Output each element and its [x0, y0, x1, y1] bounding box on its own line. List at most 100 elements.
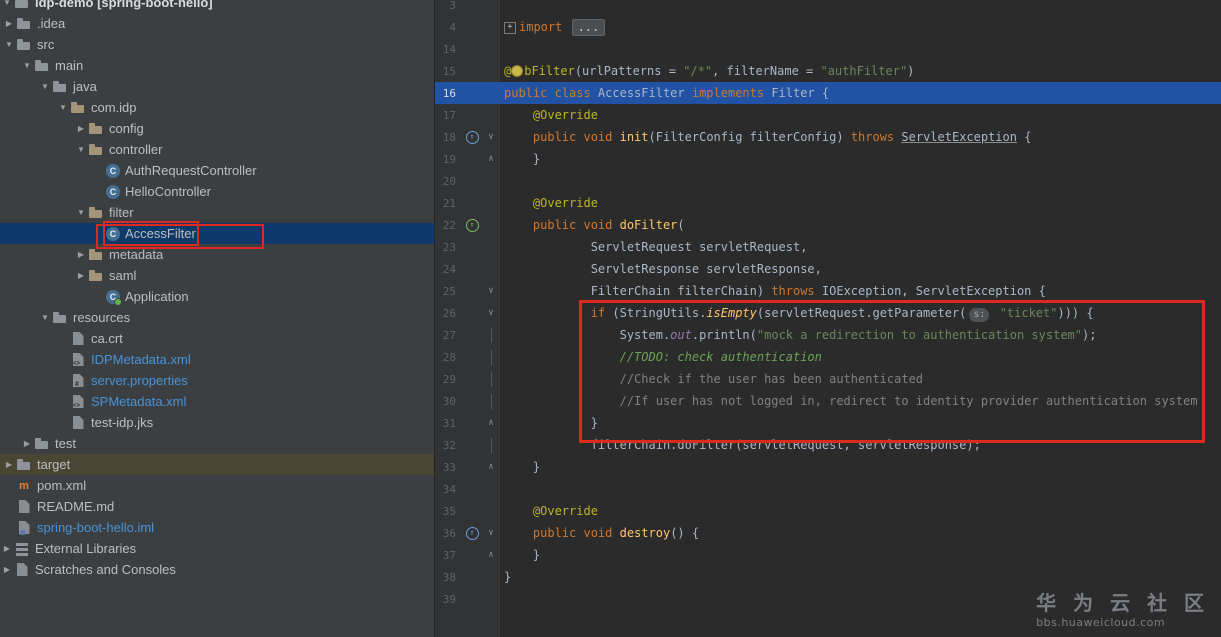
expand-right-arrow-icon[interactable]: ▶	[74, 271, 88, 280]
tree-item-metadata[interactable]: ▶ metadata	[0, 244, 434, 265]
line-number[interactable]: 29	[435, 373, 461, 386]
line-number[interactable]: 22	[435, 219, 461, 232]
line-number[interactable]: 37	[435, 549, 461, 562]
code-text[interactable]: public void destroy() {	[499, 522, 1221, 544]
code-text[interactable]: }	[499, 544, 1221, 566]
editor-line-34[interactable]: 34	[435, 478, 1221, 500]
override-method-icon[interactable]	[465, 526, 479, 540]
tree-item-resources[interactable]: ▼ resources	[0, 307, 434, 328]
editor-line-28[interactable]: 28 //TODO: check authentication	[435, 346, 1221, 368]
line-number[interactable]: 19	[435, 153, 461, 166]
fold-bar-icon[interactable]	[490, 349, 492, 365]
expand-down-arrow-icon[interactable]: ▼	[74, 208, 88, 217]
code-text[interactable]: FilterChain filterChain) throws IOExcept…	[499, 280, 1221, 302]
code-text[interactable]: System.out.println("mock a redirection t…	[499, 324, 1221, 346]
code-text[interactable]: //TODO: check authentication	[499, 346, 1221, 368]
line-number[interactable]: 28	[435, 351, 461, 364]
code-text[interactable]: filterChain.doFilter(servletRequest, ser…	[499, 434, 1221, 456]
fold-bar-icon[interactable]	[490, 437, 492, 453]
tree-item-authrequestcontroller[interactable]: AuthRequestController	[0, 160, 434, 181]
line-number[interactable]: 20	[435, 175, 461, 188]
editor-line-14[interactable]: 14	[435, 38, 1221, 60]
expand-right-arrow-icon[interactable]: ▶	[74, 124, 88, 133]
line-number[interactable]: 34	[435, 483, 461, 496]
tree-item-test[interactable]: ▶ test	[0, 433, 434, 454]
line-number[interactable]: 35	[435, 505, 461, 518]
expand-right-arrow-icon[interactable]: ▶	[2, 19, 16, 28]
tree-item-server-properties[interactable]: server.properties	[0, 370, 434, 391]
tree-item-accessfilter[interactable]: AccessFilter	[0, 221, 434, 246]
fold-up-icon[interactable]	[488, 155, 493, 164]
editor-line-36[interactable]: 36 public void destroy() {	[435, 522, 1221, 544]
expand-down-arrow-icon[interactable]: ▼	[56, 103, 70, 112]
line-number[interactable]: 17	[435, 109, 461, 122]
editor-line-30[interactable]: 30 //If user has not logged in, redirect…	[435, 390, 1221, 412]
tree-item-target[interactable]: ▶ target	[0, 454, 434, 475]
expand-right-arrow-icon[interactable]: ▶	[2, 460, 16, 469]
fold-expand-icon[interactable]	[504, 21, 516, 34]
expand-right-arrow-icon[interactable]: ▶	[74, 250, 88, 259]
fold-bar-icon[interactable]	[490, 393, 492, 409]
line-number[interactable]: 3	[435, 0, 461, 12]
editor-line-19[interactable]: 19 }	[435, 148, 1221, 170]
tree-item-config[interactable]: ▶ config	[0, 118, 434, 139]
code-text[interactable]: if (StringUtils.isEmpty(servletRequest.g…	[499, 302, 1221, 324]
code-text[interactable]: }	[499, 412, 1221, 434]
editor-line-23[interactable]: 23 ServletRequest servletRequest,	[435, 236, 1221, 258]
tree-item-idp-demo-spring-boot-hello[interactable]: ▼ idp-demo [spring-boot-hello]	[0, 0, 434, 13]
editor-line-32[interactable]: 32 filterChain.doFilter(servletRequest, …	[435, 434, 1221, 456]
tree-item-external-libraries[interactable]: ▶ External Libraries	[0, 538, 434, 559]
expand-down-arrow-icon[interactable]: ▼	[38, 313, 52, 322]
editor-line-38[interactable]: 38}	[435, 566, 1221, 588]
fold-up-icon[interactable]	[488, 551, 493, 560]
fold-bar-icon[interactable]	[490, 371, 492, 387]
code-text[interactable]	[499, 0, 1221, 16]
tree-item-test-idp-jks[interactable]: test-idp.jks	[0, 412, 434, 433]
editor-line-21[interactable]: 21 @Override	[435, 192, 1221, 214]
fold-down-icon[interactable]	[488, 529, 493, 538]
tree-item-pom-xml[interactable]: pom.xml	[0, 475, 434, 496]
line-number[interactable]: 38	[435, 571, 461, 584]
tree-item-hellocontroller[interactable]: HelloController	[0, 181, 434, 202]
code-text[interactable]: //If user has not logged in, redirect to…	[499, 390, 1221, 412]
expand-down-arrow-icon[interactable]: ▼	[2, 40, 16, 49]
line-number[interactable]: 26	[435, 307, 461, 320]
code-text[interactable]: public void init(FilterConfig filterConf…	[499, 126, 1221, 148]
tree-item-idpmetadata-xml[interactable]: IDPMetadata.xml	[0, 349, 434, 370]
expand-right-arrow-icon[interactable]: ▶	[0, 544, 14, 553]
editor-line-31[interactable]: 31 }	[435, 412, 1221, 434]
code-text[interactable]: @Override	[499, 192, 1221, 214]
tree-item-controller[interactable]: ▼ controller	[0, 139, 434, 160]
expand-down-arrow-icon[interactable]: ▼	[0, 0, 14, 7]
expand-down-arrow-icon[interactable]: ▼	[74, 145, 88, 154]
code-text[interactable]: import ...	[499, 16, 1221, 38]
editor-line-22[interactable]: 22 public void doFilter(	[435, 214, 1221, 236]
line-number[interactable]: 23	[435, 241, 461, 254]
editor-line-29[interactable]: 29 //Check if the user has been authenti…	[435, 368, 1221, 390]
fold-bar-icon[interactable]	[490, 327, 492, 343]
tree-item-saml[interactable]: ▶ saml	[0, 265, 434, 286]
line-number[interactable]: 15	[435, 65, 461, 78]
editor-line-35[interactable]: 35 @Override	[435, 500, 1221, 522]
code-text[interactable]: @Override	[499, 104, 1221, 126]
code-text[interactable]: public class AccessFilter implements Fil…	[499, 82, 1221, 104]
editor-line-24[interactable]: 24 ServletResponse servletResponse,	[435, 258, 1221, 280]
line-number[interactable]: 18	[435, 131, 461, 144]
editor-line-20[interactable]: 20	[435, 170, 1221, 192]
fold-up-icon[interactable]	[488, 419, 493, 428]
editor-line-33[interactable]: 33 }	[435, 456, 1221, 478]
code-text[interactable]: @ bFilter(urlPatterns = "/*", filterName …	[499, 60, 1221, 82]
line-number[interactable]: 25	[435, 285, 461, 298]
line-number[interactable]: 33	[435, 461, 461, 474]
tree-item-idea[interactable]: ▶ .idea	[0, 13, 434, 34]
editor-line-4[interactable]: 4 import ...	[435, 16, 1221, 38]
fold-down-icon[interactable]	[488, 309, 493, 318]
editor-line-16[interactable]: 16 public class AccessFilter implements F…	[435, 82, 1221, 104]
override-method-icon[interactable]	[465, 130, 479, 144]
tree-item-java[interactable]: ▼ java	[0, 76, 434, 97]
line-number[interactable]: 21	[435, 197, 461, 210]
line-number[interactable]: 24	[435, 263, 461, 276]
tree-item-ca-crt[interactable]: ca.crt	[0, 328, 434, 349]
override-method-icon[interactable]	[465, 218, 479, 232]
tree-item-scratches-and-consoles[interactable]: ▶ Scratches and Consoles	[0, 559, 434, 580]
